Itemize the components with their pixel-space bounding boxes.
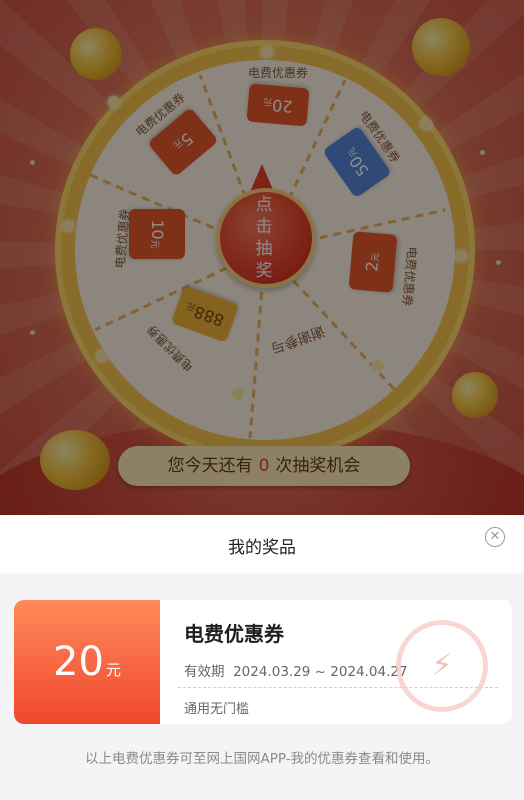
usage-note: 以上电费优惠券可至网上国网APP-我的优惠券查看和使用。 bbox=[84, 751, 440, 767]
coupon-amount-panel: 20 元 bbox=[14, 600, 160, 724]
coupon-amount-value: 20 bbox=[53, 639, 104, 685]
coupon-condition: 通用无门槛 bbox=[184, 702, 250, 717]
coupon-name: 电费优惠券 bbox=[184, 622, 284, 646]
modal-overlay[interactable] bbox=[0, 0, 524, 515]
close-icon[interactable]: ✕ bbox=[485, 527, 505, 547]
coupon-amount: 20 元 bbox=[14, 640, 160, 692]
prize-sheet: 我的奖品 ✕ 20 元 电费优惠券 有效期 2024.03.29 ~ 2024.0… bbox=[0, 515, 524, 800]
validity-label: 有效期 bbox=[184, 664, 225, 680]
lightning-stamp-icon: ⚡ bbox=[396, 620, 488, 712]
sheet-title: 我的奖品 bbox=[228, 538, 296, 558]
coupon-card: 20 元 电费优惠券 有效期 2024.03.29 ~ 2024.04.27 通用… bbox=[14, 600, 512, 724]
sheet-header: 我的奖品 ✕ bbox=[0, 515, 524, 573]
coupon-validity: 有效期 2024.03.29 ~ 2024.04.27 bbox=[184, 660, 408, 680]
validity-range: 2024.03.29 ~ 2024.04.27 bbox=[233, 664, 408, 680]
coupon-amount-unit: 元 bbox=[105, 661, 121, 679]
lottery-background: 电费优惠券 20元 电费优惠券 50元 电费优惠券 2元 谢谢参与 电费优惠券 … bbox=[0, 0, 524, 515]
